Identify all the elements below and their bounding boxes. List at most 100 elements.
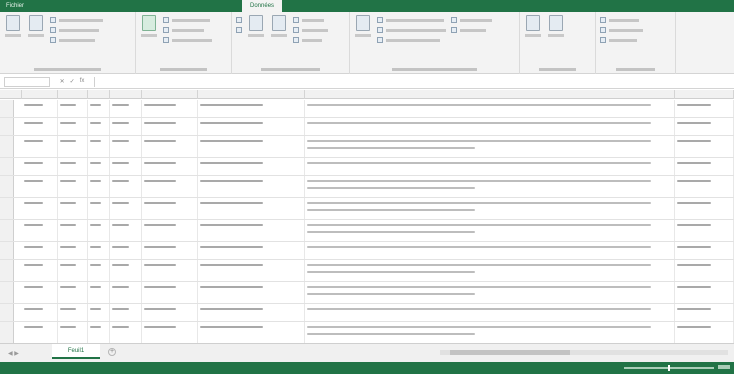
ribbon-item[interactable] bbox=[163, 37, 212, 43]
tell-me-box[interactable] bbox=[362, 0, 502, 12]
table-cell[interactable] bbox=[198, 100, 305, 117]
sheet-nav-arrows[interactable]: ◀ ▶ bbox=[8, 350, 19, 357]
table-cell[interactable] bbox=[88, 136, 110, 157]
table-cell[interactable] bbox=[198, 282, 305, 303]
table-cell[interactable] bbox=[142, 100, 198, 117]
ribbon-item[interactable] bbox=[293, 27, 328, 33]
table-cell[interactable] bbox=[305, 176, 675, 197]
table-cell[interactable] bbox=[58, 242, 88, 259]
zoom-level[interactable] bbox=[718, 365, 730, 369]
table-cell[interactable] bbox=[110, 220, 142, 241]
group-button[interactable] bbox=[600, 17, 643, 23]
table-cell[interactable] bbox=[58, 322, 88, 343]
table-cell[interactable] bbox=[58, 136, 88, 157]
row-header[interactable] bbox=[0, 176, 14, 197]
table-cell[interactable] bbox=[110, 118, 142, 135]
row-header[interactable] bbox=[0, 242, 14, 259]
table-cell[interactable] bbox=[305, 220, 675, 241]
table-cell[interactable] bbox=[110, 260, 142, 281]
column-header[interactable] bbox=[14, 90, 22, 99]
row-header[interactable] bbox=[0, 158, 14, 175]
table-cell[interactable] bbox=[305, 118, 675, 135]
tab-9[interactable] bbox=[322, 0, 362, 12]
table-cell[interactable] bbox=[58, 100, 88, 117]
row-header[interactable] bbox=[0, 136, 14, 157]
what-if-button[interactable] bbox=[524, 15, 542, 74]
tab-donnees[interactable]: Données bbox=[242, 0, 283, 12]
row-header[interactable] bbox=[0, 118, 14, 135]
table-cell[interactable] bbox=[198, 136, 305, 157]
table-cell[interactable] bbox=[675, 242, 734, 259]
table-cell[interactable] bbox=[675, 304, 734, 321]
tab-3[interactable] bbox=[76, 0, 116, 12]
table-cell[interactable] bbox=[198, 242, 305, 259]
sort-asc-button[interactable] bbox=[236, 17, 242, 23]
table-cell[interactable] bbox=[88, 282, 110, 303]
table-cell[interactable] bbox=[22, 176, 58, 197]
table-cell[interactable] bbox=[142, 242, 198, 259]
name-box[interactable] bbox=[4, 76, 50, 87]
table-cell[interactable] bbox=[198, 158, 305, 175]
table-cell[interactable] bbox=[88, 242, 110, 259]
ribbon-item[interactable] bbox=[377, 27, 446, 33]
add-sheet-icon[interactable]: + bbox=[108, 348, 116, 356]
get-data-button[interactable] bbox=[4, 15, 22, 74]
table-cell[interactable] bbox=[110, 198, 142, 219]
table-cell[interactable] bbox=[305, 242, 675, 259]
table-cell[interactable] bbox=[22, 100, 58, 117]
table-cell[interactable] bbox=[110, 282, 142, 303]
table-cell[interactable] bbox=[88, 176, 110, 197]
table-cell[interactable] bbox=[142, 198, 198, 219]
table-cell[interactable] bbox=[675, 118, 734, 135]
table-cell[interactable] bbox=[675, 260, 734, 281]
table-cell[interactable] bbox=[675, 220, 734, 241]
table-cell[interactable] bbox=[305, 100, 675, 117]
table-cell[interactable] bbox=[58, 282, 88, 303]
column-header[interactable] bbox=[110, 90, 142, 99]
table-cell[interactable] bbox=[88, 220, 110, 241]
ribbon-item[interactable] bbox=[163, 17, 212, 23]
table-cell[interactable] bbox=[58, 260, 88, 281]
table-cell[interactable] bbox=[142, 118, 198, 135]
table-cell[interactable] bbox=[198, 260, 305, 281]
sheet-tab-feuil1[interactable]: Feuil1 bbox=[52, 344, 100, 359]
row-header[interactable] bbox=[0, 198, 14, 219]
tab-6[interactable] bbox=[202, 0, 242, 12]
table-cell[interactable] bbox=[142, 322, 198, 343]
table-cell[interactable] bbox=[110, 136, 142, 157]
row-header[interactable] bbox=[0, 260, 14, 281]
table-cell[interactable] bbox=[142, 220, 198, 241]
table-cell[interactable] bbox=[142, 260, 198, 281]
row-header[interactable] bbox=[0, 282, 14, 303]
table-cell[interactable] bbox=[142, 304, 198, 321]
ungroup-button[interactable] bbox=[600, 27, 643, 33]
table-cell[interactable] bbox=[675, 176, 734, 197]
row-header[interactable] bbox=[0, 322, 14, 343]
subtotal-button[interactable] bbox=[600, 37, 643, 43]
table-cell[interactable] bbox=[22, 260, 58, 281]
refresh-all-button[interactable] bbox=[140, 15, 158, 74]
tab-2[interactable] bbox=[32, 0, 76, 12]
column-header[interactable] bbox=[675, 90, 734, 99]
tab-8[interactable] bbox=[282, 0, 322, 12]
table-cell[interactable] bbox=[198, 304, 305, 321]
table-cell[interactable] bbox=[22, 282, 58, 303]
ribbon-item[interactable] bbox=[50, 17, 103, 23]
table-cell[interactable] bbox=[198, 220, 305, 241]
column-header[interactable] bbox=[58, 90, 88, 99]
table-cell[interactable] bbox=[305, 282, 675, 303]
sort-desc-button[interactable] bbox=[236, 27, 242, 33]
table-cell[interactable] bbox=[58, 176, 88, 197]
table-cell[interactable] bbox=[675, 322, 734, 343]
enter-icon[interactable]: ✓ bbox=[70, 78, 75, 85]
ribbon-item[interactable] bbox=[50, 27, 103, 33]
table-cell[interactable] bbox=[110, 176, 142, 197]
table-cell[interactable] bbox=[198, 176, 305, 197]
ribbon-item[interactable] bbox=[377, 17, 446, 23]
ribbon-item[interactable] bbox=[377, 37, 446, 43]
tab-4[interactable] bbox=[116, 0, 150, 12]
tab-5[interactable] bbox=[150, 0, 202, 12]
table-cell[interactable] bbox=[22, 136, 58, 157]
table-cell[interactable] bbox=[142, 176, 198, 197]
ribbon-item[interactable] bbox=[163, 27, 212, 33]
